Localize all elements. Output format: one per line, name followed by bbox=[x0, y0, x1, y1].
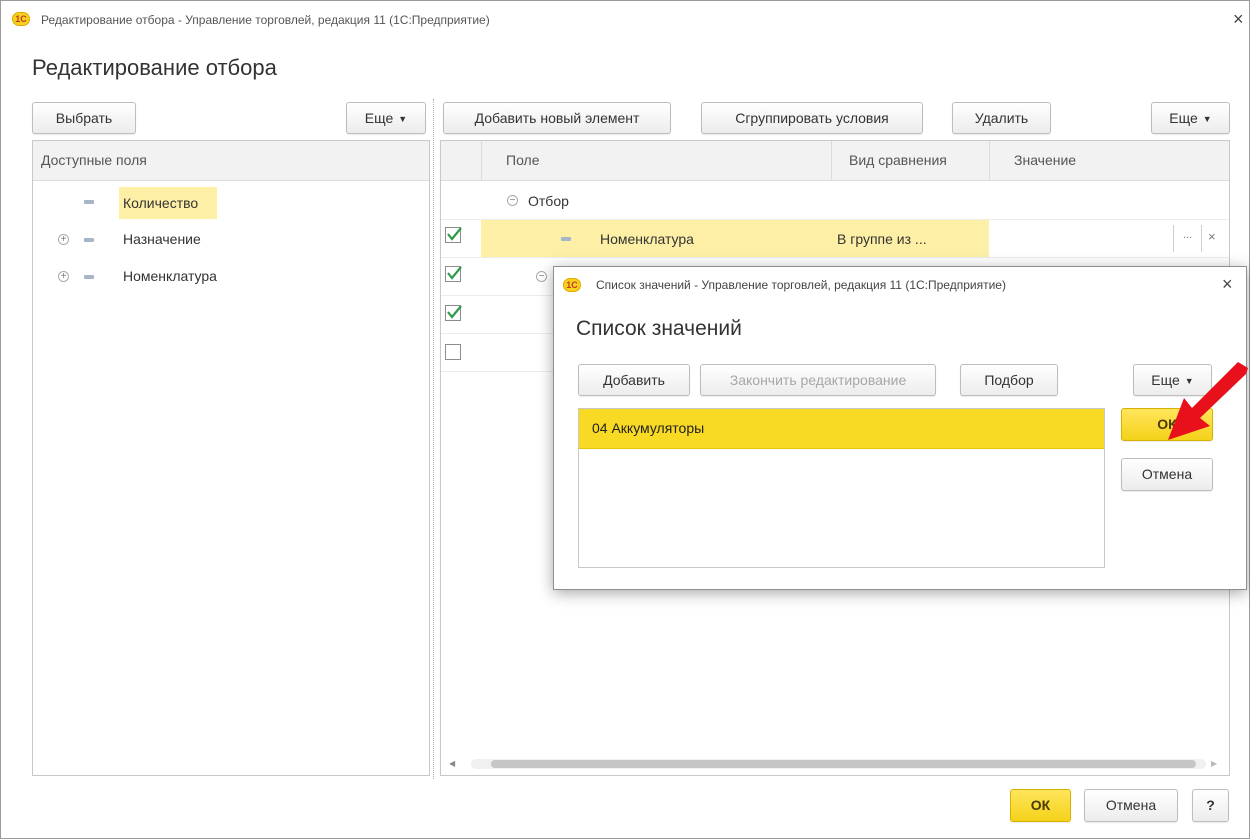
choose-label: Выбрать bbox=[55, 110, 113, 126]
checkbox-icon[interactable] bbox=[445, 305, 462, 321]
caret-down-icon: ▼ bbox=[1202, 114, 1212, 125]
add-value-button[interactable]: Добавить bbox=[578, 364, 690, 396]
column-divider bbox=[831, 141, 832, 181]
ok-button[interactable]: ОК bbox=[1010, 789, 1071, 822]
right-more-button[interactable]: Еще ▼ bbox=[1151, 102, 1230, 134]
checkbox-icon[interactable] bbox=[445, 266, 462, 282]
delete-label: Удалить bbox=[974, 110, 1029, 126]
logo-1c-icon: 1С bbox=[12, 12, 30, 26]
group-conditions-label: Сгруппировать условия bbox=[735, 110, 889, 126]
left-more-button[interactable]: Еще ▼ bbox=[346, 102, 426, 134]
expand-plus-icon[interactable]: + bbox=[58, 271, 69, 282]
expand-plus-icon[interactable]: + bbox=[58, 234, 69, 245]
field-item-label: Назначение bbox=[123, 231, 201, 247]
column-divider bbox=[481, 141, 482, 181]
value-divider bbox=[1173, 225, 1174, 252]
add-element-button[interactable]: Добавить новый элемент bbox=[443, 102, 671, 134]
column-divider bbox=[989, 141, 990, 181]
left-more-label: Еще bbox=[364, 110, 394, 126]
group-label: Отбор bbox=[528, 193, 569, 209]
caret-down-icon: ▼ bbox=[398, 114, 408, 125]
scroll-right-icon[interactable]: ▶ bbox=[1211, 759, 1217, 768]
values-list: 04 Аккумуляторы bbox=[578, 408, 1105, 568]
dialog-title-bar: 1С Список значений - Управление торговле… bbox=[554, 267, 1246, 303]
filter-table-header: Поле Вид сравнения Значение bbox=[441, 141, 1229, 181]
column-header-comparison[interactable]: Вид сравнения bbox=[849, 141, 947, 179]
field-dash-icon bbox=[561, 237, 571, 241]
row-comparison: В группе из ... bbox=[837, 231, 927, 247]
scroll-left-icon[interactable]: ◀ bbox=[449, 759, 455, 768]
collapse-minus-icon[interactable]: − bbox=[507, 195, 518, 206]
field-item-nomenclature[interactable]: + Номенклатура bbox=[33, 260, 429, 294]
cancel-label: Отмена bbox=[1105, 797, 1157, 813]
dialog-cancel-label: Отмена bbox=[1141, 466, 1193, 482]
help-button[interactable]: ? bbox=[1192, 789, 1229, 822]
add-value-label: Добавить bbox=[603, 372, 665, 388]
horizontal-scrollbar[interactable] bbox=[471, 759, 1206, 769]
delete-button[interactable]: Удалить bbox=[952, 102, 1051, 134]
list-item[interactable]: 04 Аккумуляторы bbox=[579, 409, 1104, 449]
group-conditions-button[interactable]: Сгруппировать условия bbox=[701, 102, 923, 134]
title-bar: 1С Редактирование отбора - Управление то… bbox=[1, 1, 1249, 39]
column-header-field[interactable]: Поле bbox=[506, 141, 540, 179]
checkbox-icon[interactable] bbox=[445, 344, 461, 360]
dialog-heading: Список значений bbox=[576, 317, 742, 340]
field-item-label: Количество bbox=[123, 195, 199, 211]
dialog-title: Список значений - Управление торговлей, … bbox=[596, 278, 1006, 292]
group-row[interactable]: − Отбор bbox=[441, 182, 1229, 220]
field-dash-icon bbox=[84, 275, 94, 279]
fields-header-label: Доступные поля bbox=[41, 152, 147, 168]
field-item-purpose[interactable]: + Назначение bbox=[33, 223, 429, 257]
pick-label: Подбор bbox=[984, 372, 1034, 388]
logo-1c-icon: 1С bbox=[563, 278, 581, 292]
field-item-label: Номенклатура bbox=[123, 268, 217, 284]
red-arrow-annotation bbox=[1168, 362, 1248, 440]
close-icon[interactable]: × bbox=[1233, 10, 1244, 28]
column-header-value[interactable]: Значение bbox=[1014, 141, 1076, 179]
checkbox-icon[interactable] bbox=[445, 227, 462, 243]
collapse-minus-icon[interactable]: − bbox=[536, 271, 547, 282]
ok-label: ОК bbox=[1030, 797, 1051, 813]
field-dash-icon bbox=[84, 200, 94, 204]
add-element-label: Добавить новый элемент bbox=[474, 110, 640, 126]
window-title: Редактирование отбора - Управление торго… bbox=[41, 13, 490, 27]
right-more-label: Еще bbox=[1169, 110, 1198, 126]
field-dash-icon bbox=[84, 238, 94, 242]
page-title: Редактирование отбора bbox=[32, 55, 277, 80]
list-item-label: 04 Аккумуляторы bbox=[592, 420, 705, 436]
finish-editing-button[interactable]: Закончить редактирование bbox=[700, 364, 936, 396]
help-label: ? bbox=[1206, 797, 1215, 813]
choose-button[interactable]: Выбрать bbox=[32, 102, 136, 134]
dialog-cancel-button[interactable]: Отмена bbox=[1121, 458, 1213, 491]
cancel-button[interactable]: Отмена bbox=[1084, 789, 1178, 822]
clear-value-icon[interactable]: × bbox=[1208, 229, 1216, 244]
row-field: Номенклатура bbox=[600, 231, 694, 247]
fields-header: Доступные поля bbox=[33, 141, 429, 181]
available-fields-panel: Доступные поля Количество + Назначение +… bbox=[32, 140, 430, 776]
pick-button[interactable]: Подбор bbox=[960, 364, 1058, 396]
table-row[interactable]: Номенклатура В группе из ... ... × bbox=[441, 220, 1229, 257]
close-icon[interactable]: × bbox=[1222, 275, 1233, 293]
scrollbar-thumb[interactable] bbox=[491, 760, 1196, 768]
field-item-quantity[interactable]: Количество bbox=[33, 185, 429, 219]
value-divider bbox=[1201, 225, 1202, 252]
finish-editing-label: Закончить редактирование bbox=[729, 372, 907, 388]
values-list-dialog: 1С Список значений - Управление торговле… bbox=[553, 266, 1247, 590]
select-value-button[interactable]: ... bbox=[1183, 229, 1192, 241]
panel-splitter[interactable] bbox=[433, 99, 434, 779]
